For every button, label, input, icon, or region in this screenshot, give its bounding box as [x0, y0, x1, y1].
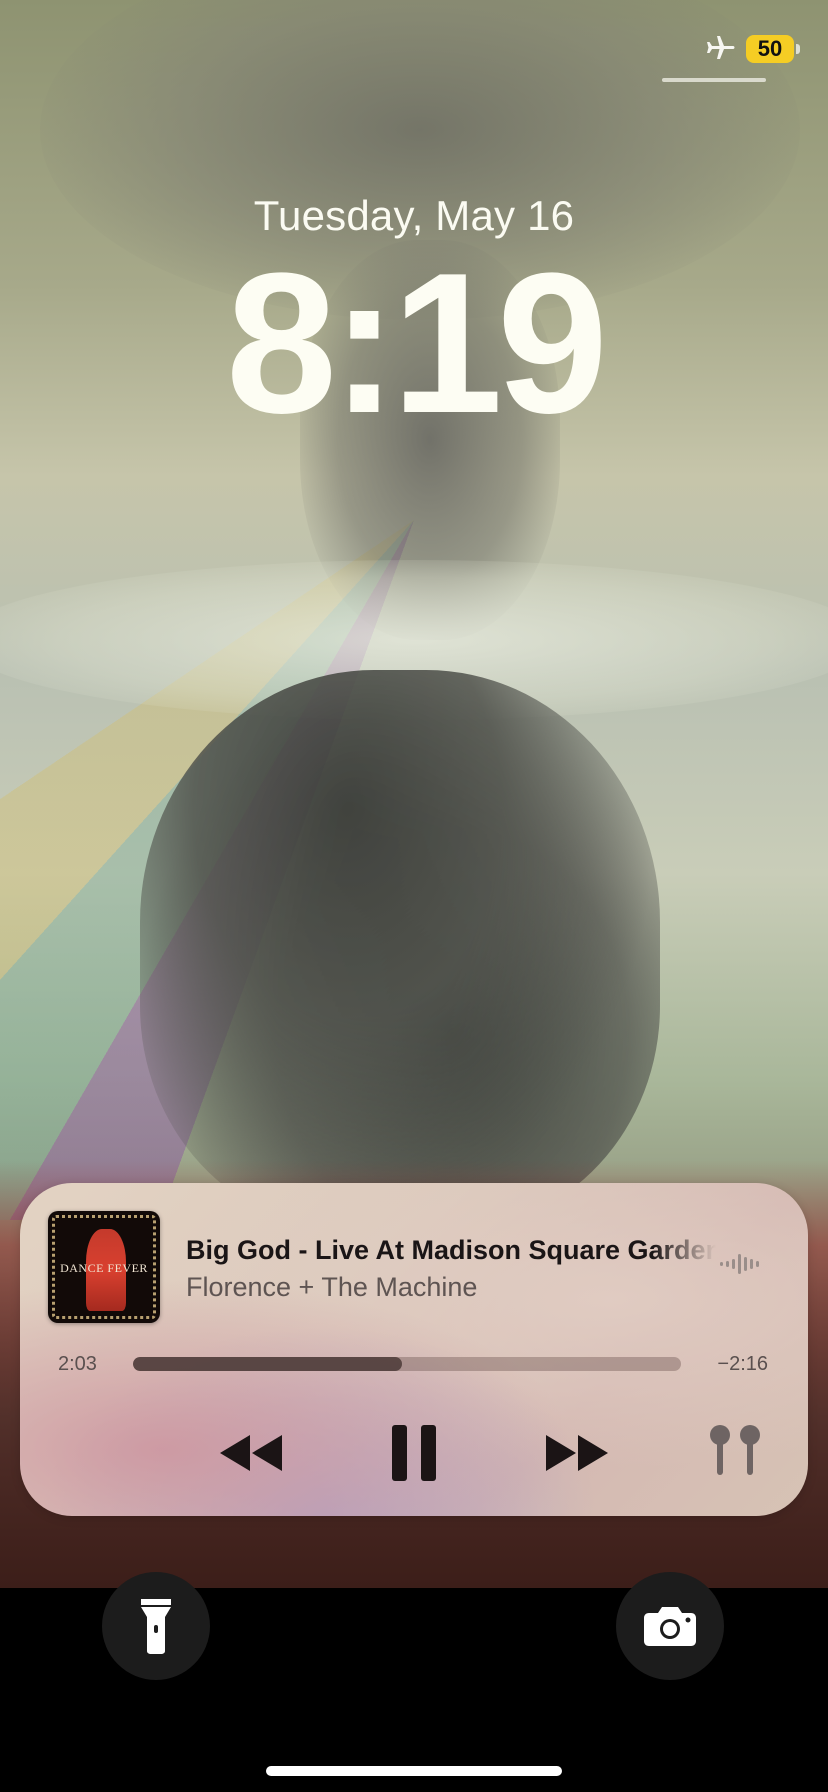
flashlight-button[interactable]: [102, 1572, 210, 1680]
flashlight-icon: [141, 1599, 171, 1654]
airpods-icon: [710, 1425, 760, 1475]
camera-icon: [644, 1607, 696, 1646]
playback-progress-fill: [133, 1357, 402, 1371]
battery-cap: [796, 44, 800, 54]
status-bar[interactable]: 50: [704, 34, 800, 64]
camera-button[interactable]: [616, 1572, 724, 1680]
playback-controls: [20, 1413, 808, 1493]
rewind-button[interactable]: [216, 1431, 286, 1475]
fast-forward-icon: [546, 1435, 608, 1471]
battery-indicator: 50: [746, 35, 800, 63]
album-artwork[interactable]: DANCE FEVER: [48, 1211, 160, 1323]
time-remaining: −2:16: [717, 1353, 768, 1375]
lock-screen: 50 Tuesday, May 16 8:19 DANCE FEVER Big …: [0, 0, 828, 1792]
wallpaper-smoke-cloud: [140, 670, 660, 1230]
time-elapsed: 2:03: [58, 1353, 97, 1375]
airplane-icon: [707, 36, 735, 59]
home-indicator[interactable]: [266, 1766, 562, 1776]
pause-icon: [392, 1425, 436, 1481]
now-playing-widget[interactable]: DANCE FEVER Big God - Live At Madison Sq…: [20, 1183, 808, 1516]
lock-screen-time: 8:19: [225, 232, 608, 455]
audio-output-button[interactable]: [708, 1423, 762, 1479]
waveform-icon: [720, 1254, 759, 1274]
playback-scrubber[interactable]: [133, 1357, 681, 1371]
track-title: Big God - Live At Madison Square Garden: [186, 1235, 716, 1265]
track-artist: Florence + The Machine: [186, 1272, 478, 1302]
pause-button[interactable]: [386, 1423, 442, 1483]
battery-level: 50: [757, 36, 783, 61]
rewind-icon: [220, 1435, 282, 1471]
artwork-text: DANCE FEVER: [60, 1261, 148, 1275]
fast-forward-button[interactable]: [542, 1431, 612, 1475]
control-center-indicator[interactable]: [662, 78, 766, 82]
